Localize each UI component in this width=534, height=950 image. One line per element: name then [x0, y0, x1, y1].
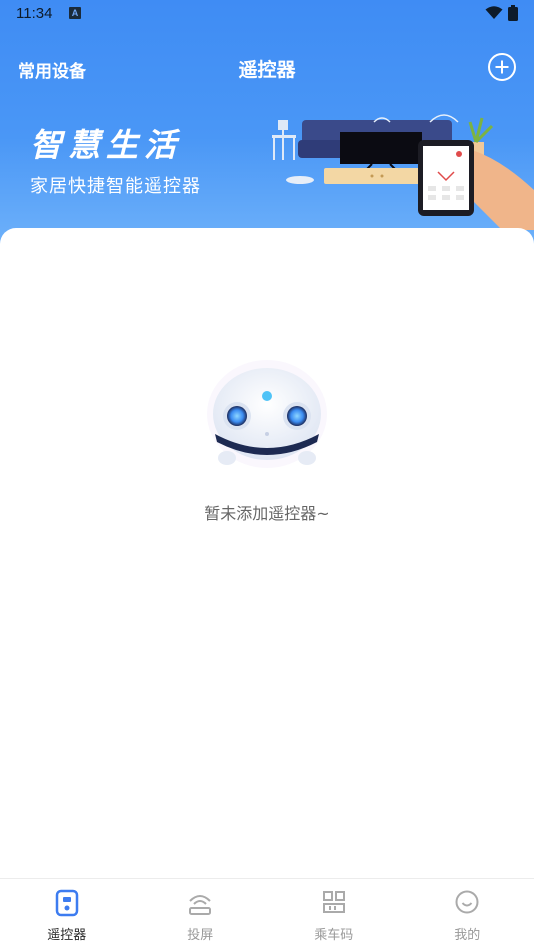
robot-mascot — [207, 360, 327, 468]
page-title: 遥控器 — [238, 59, 296, 81]
nav-label-mine: 我的 — [454, 928, 481, 943]
bottom-nav: 遥控器 投屏 乘车码 我的 — [0, 878, 534, 950]
battery-icon — [508, 5, 518, 21]
status-bar: 11:34 A — [0, 0, 534, 28]
nav-item-transit-code[interactable]: 乘车码 — [267, 879, 401, 950]
a-icon: A — [69, 7, 81, 19]
empty-state-panel: 暂未添加遥控器~ — [0, 228, 534, 878]
wifi-icon — [485, 6, 503, 19]
empty-message: 暂未添加遥控器~ — [204, 504, 330, 523]
nav-label-remote: 遥控器 — [47, 928, 87, 943]
nav-label-cast: 投屏 — [187, 928, 214, 943]
nav-item-cast[interactable]: 投屏 — [134, 879, 268, 950]
header-banner: 11:34 A 常用设备 遥控器 智慧生活 家居快捷智能遥控器 — [0, 0, 534, 250]
nav-item-remote[interactable]: 遥控器 — [0, 879, 134, 950]
smile-icon — [455, 890, 479, 914]
add-remote-button[interactable] — [488, 53, 516, 81]
qr-code-icon — [322, 891, 345, 913]
remote-icon — [55, 889, 78, 917]
banner-subtitle: 家居快捷智能遥控器 — [30, 176, 201, 197]
smart-home-illustration — [272, 114, 534, 230]
cast-icon — [189, 895, 212, 915]
status-time: 11:34 — [16, 5, 53, 22]
banner-title: 智慧生活 — [30, 126, 183, 164]
title-bar: 常用设备 遥控器 — [0, 50, 534, 86]
nav-label-transit-code: 乘车码 — [314, 928, 354, 943]
nav-item-mine[interactable]: 我的 — [401, 879, 534, 950]
